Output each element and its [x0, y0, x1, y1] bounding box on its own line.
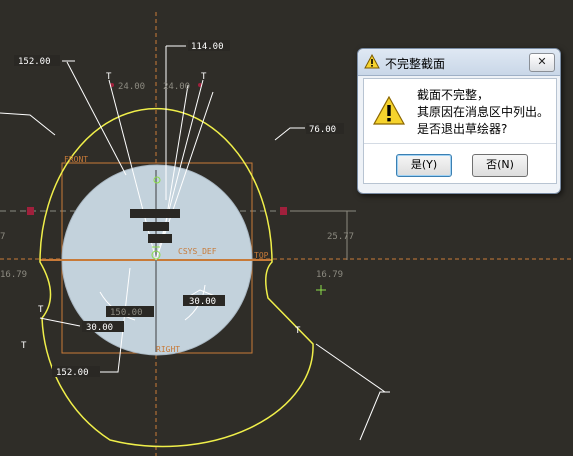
warning-icon [364, 54, 380, 69]
close-icon: ✕ [537, 55, 547, 68]
dialog-body: 截面不完整， 其原因在消息区中列出。 是否退出草绘器? 是(Y) 否(N) [363, 78, 557, 184]
incomplete-section-dialog[interactable]: 不完整截面 ✕ 截面不完整， 其原因在消息区中列出。 是否退出草绘器? 是(Y)… [357, 48, 561, 194]
datum-label-top: TOP [254, 251, 269, 260]
datum-label-csys: CSYS_DEF [178, 247, 217, 256]
yes-button[interactable]: 是(Y) [396, 154, 452, 177]
dialog-separator [364, 143, 556, 144]
dialog-title-bar[interactable]: 不完整截面 ✕ [358, 49, 560, 76]
dim-7-left[interactable]: 7 [0, 232, 5, 242]
dialog-message: 截面不完整， 其原因在消息区中列出。 是否退出草绘器? [417, 87, 549, 138]
leader-left-top [0, 112, 56, 136]
tangent-marker-2: T [201, 72, 207, 82]
dim-30-right[interactable]: 30.00 [189, 297, 216, 307]
leader-bottom-right [359, 391, 390, 441]
leader-76 [274, 127, 305, 141]
message-line-1: 截面不完整， [417, 88, 490, 102]
datum-label-right: RIGHT [156, 345, 180, 354]
dim-box-mid [143, 222, 169, 231]
close-button[interactable]: ✕ [529, 53, 555, 72]
dim-16-79-right[interactable]: 16.79 [316, 270, 343, 280]
datum-label-front: FRONT [64, 155, 88, 164]
dim-30-left[interactable]: 30.00 [86, 323, 113, 333]
dim-76[interactable]: 76.00 [309, 125, 336, 135]
message-line-3: 是否退出草绘器? [417, 122, 508, 136]
vertex-marker-left [27, 207, 34, 215]
dim-114[interactable]: 114.00 [191, 42, 224, 52]
dim-25-77[interactable]: 25.77 [327, 232, 354, 242]
tangent-marker-1: T [106, 72, 112, 82]
dim-box-csys [148, 234, 172, 243]
leader-30-left [39, 317, 81, 327]
tangent-marker-5: T [295, 326, 301, 336]
warning-icon-large [373, 96, 405, 125]
dim-152-bottom[interactable]: 152.00 [56, 368, 89, 378]
vertex-marker-right [280, 207, 287, 215]
tangent-marker-4: T [21, 341, 27, 351]
dim-150[interactable]: 150.00 [110, 308, 143, 318]
dim-24-b[interactable]: 24.00 [163, 82, 190, 92]
dialog-title: 不完整截面 [385, 57, 446, 71]
tangent-marker-3: T [38, 305, 44, 315]
no-button[interactable]: 否(N) [472, 154, 528, 177]
dim-16-79-left[interactable]: 16.79 [0, 270, 27, 280]
dim-box-upper [130, 209, 180, 218]
message-line-2: 其原因在消息区中列出。 [417, 105, 550, 119]
dim-152-top[interactable]: 152.00 [18, 57, 51, 67]
dim-24-a[interactable]: 24.00 [118, 82, 145, 92]
leader-bottom-right-b [315, 343, 386, 393]
